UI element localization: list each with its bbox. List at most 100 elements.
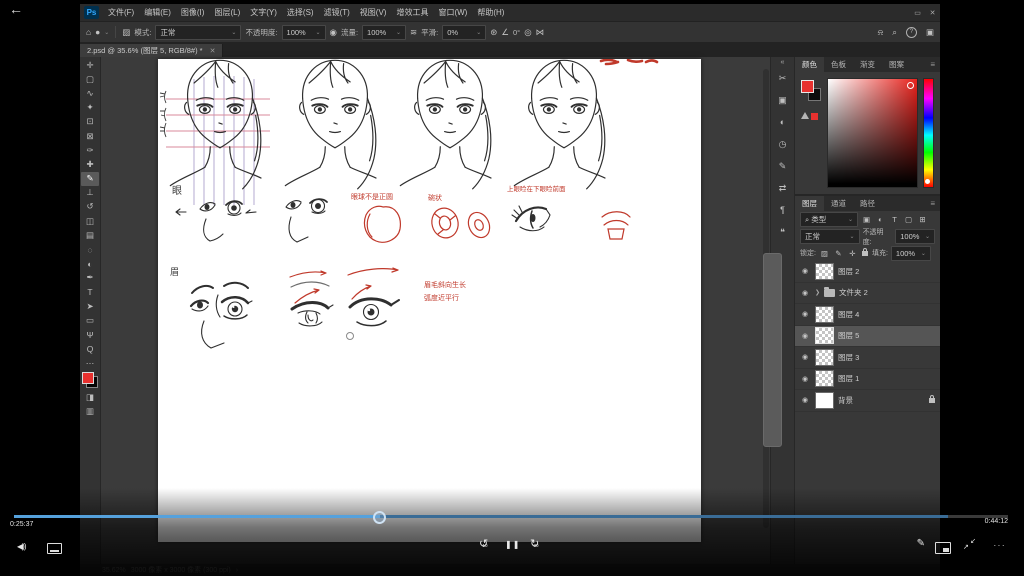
- magic-wand-tool[interactable]: ✦: [81, 101, 99, 115]
- filter-shape-icon[interactable]: ▢: [903, 215, 914, 224]
- zoom-level[interactable]: 35.62%: [102, 567, 126, 574]
- color-swatches[interactable]: [82, 372, 98, 388]
- layer-row[interactable]: ◉ 图层 2: [795, 261, 940, 283]
- menu-edit[interactable]: 编辑(E): [139, 7, 176, 18]
- visibility-eye-icon[interactable]: ◉: [799, 353, 811, 361]
- exit-fullscreen-button[interactable]: ↙ ↗: [963, 537, 976, 551]
- healing-brush-tool[interactable]: ✚: [81, 157, 99, 171]
- document-canvas[interactable]: 眼 眉: [158, 59, 701, 542]
- saturation-brightness-field[interactable]: [827, 78, 918, 188]
- swap-arrows-icon[interactable]: ⇄: [772, 177, 793, 199]
- help-icon[interactable]: ?: [906, 27, 917, 38]
- lock-transparent-icon[interactable]: ▨: [819, 249, 830, 258]
- adjustments-icon[interactable]: ◐: [772, 111, 793, 133]
- workspace-icon[interactable]: ▣: [926, 27, 934, 38]
- path-select-tool[interactable]: ➤: [81, 299, 99, 313]
- layer-fill-select[interactable]: 100% ⌄: [891, 246, 931, 261]
- visibility-eye-icon[interactable]: ◉: [799, 375, 811, 383]
- comment-icon[interactable]: ❝: [772, 221, 793, 243]
- lock-all-icon[interactable]: [862, 251, 868, 256]
- bell-icon[interactable]: ⍾: [878, 27, 884, 38]
- frame-tool[interactable]: ⊠: [81, 129, 99, 143]
- brush-settings-icon[interactable]: ✎: [772, 155, 793, 177]
- panel-menu-icon[interactable]: ≡: [925, 57, 940, 72]
- filter-pixel-icon[interactable]: ▣: [861, 215, 872, 224]
- visibility-eye-icon[interactable]: ◉: [799, 310, 811, 318]
- type-tool[interactable]: T: [81, 285, 99, 299]
- filter-adjustment-icon[interactable]: ◐: [875, 215, 886, 224]
- layer-thumbnail[interactable]: [815, 306, 834, 323]
- visibility-eye-icon[interactable]: ◉: [799, 396, 811, 404]
- tab-gradients[interactable]: 渐变: [853, 57, 882, 72]
- screen-mode-icon[interactable]: ▥: [81, 404, 99, 418]
- more-options-button[interactable]: ···: [994, 541, 1007, 550]
- search-icon[interactable]: ⌕: [892, 27, 897, 38]
- layer-thumbnail[interactable]: [815, 392, 834, 409]
- shape-tool[interactable]: ▭: [81, 313, 99, 327]
- filter-type-icon[interactable]: T: [889, 215, 900, 224]
- group-expand-icon[interactable]: ❯: [815, 289, 820, 296]
- background-layer-row[interactable]: ◉ 背景: [795, 390, 940, 412]
- canvas-artwork[interactable]: 眼 眉: [158, 59, 701, 542]
- flow-select[interactable]: 100%⌄: [362, 25, 406, 40]
- visibility-eye-icon[interactable]: ◉: [799, 289, 811, 297]
- canvas-area[interactable]: 眼 眉: [101, 57, 770, 564]
- tab-paths[interactable]: 路径: [853, 196, 882, 211]
- smoothing-gear-icon[interactable]: ⊛: [490, 27, 497, 38]
- gradient-tool[interactable]: ▤: [81, 228, 99, 242]
- menu-filter[interactable]: 滤镜(T): [319, 7, 355, 18]
- history-icon[interactable]: ◷: [772, 133, 793, 155]
- menu-window[interactable]: 窗口(W): [433, 7, 472, 18]
- visibility-eye-icon[interactable]: ◉: [799, 332, 811, 340]
- filter-smart-object-icon[interactable]: ⊞: [917, 215, 928, 224]
- layer-opacity-select[interactable]: 100% ⌄: [895, 229, 935, 244]
- layer-thumbnail[interactable]: [815, 370, 834, 387]
- layer-row-selected[interactable]: ◉ 图层 5: [795, 326, 940, 348]
- document-tab[interactable]: 2.psd @ 35.6% (图层 5, RGB/8#) * ✕: [80, 44, 223, 57]
- menu-type[interactable]: 文字(Y): [245, 7, 282, 18]
- close-window-button[interactable]: ✕: [925, 9, 940, 17]
- lock-pixels-icon[interactable]: ✎: [833, 249, 844, 258]
- layer-row[interactable]: ◉ 图层 1: [795, 369, 940, 391]
- pen-tool[interactable]: ✒: [81, 271, 99, 285]
- brush-preset-picker[interactable]: ●: [95, 27, 100, 37]
- maximize-button[interactable]: ▭: [910, 9, 925, 17]
- picture-in-picture-button[interactable]: [935, 542, 951, 554]
- layer-blend-mode-select[interactable]: 正常 ⌄: [800, 229, 860, 244]
- hand-tool[interactable]: Ψ: [81, 328, 99, 342]
- layer-group-row[interactable]: ◉ ❯ 文件夹 2: [795, 283, 940, 305]
- layer-thumbnail[interactable]: [815, 263, 834, 280]
- eraser-tool[interactable]: ◫: [81, 214, 99, 228]
- blend-mode-select[interactable]: 正常⌄: [155, 25, 241, 40]
- pressure-opacity-icon[interactable]: ◉: [330, 27, 337, 38]
- layer-thumbnail[interactable]: [815, 327, 834, 344]
- edit-toolbar-icon[interactable]: ⋯: [81, 356, 99, 370]
- smoothing-select[interactable]: 0%⌄: [442, 25, 486, 40]
- color-cursor[interactable]: [907, 82, 914, 89]
- progress-scrubber[interactable]: [373, 511, 386, 524]
- collapse-panels-icon[interactable]: «: [781, 58, 785, 67]
- back-button[interactable]: ←: [9, 1, 23, 17]
- brush-angle-value[interactable]: 0°: [513, 28, 520, 37]
- lasso-tool[interactable]: ∿: [81, 86, 99, 100]
- home-icon[interactable]: ⌂: [86, 27, 91, 37]
- tab-patterns[interactable]: 图案: [882, 57, 911, 72]
- lock-position-icon[interactable]: ✛: [847, 249, 858, 258]
- menu-file[interactable]: 文件(F): [103, 7, 139, 18]
- quick-mask-icon[interactable]: ◨: [81, 390, 99, 404]
- opacity-select[interactable]: 100%⌄: [282, 25, 326, 40]
- tab-color[interactable]: 颜色: [795, 57, 824, 72]
- menu-help[interactable]: 帮助(H): [472, 7, 509, 18]
- airbrush-icon[interactable]: ≋: [410, 27, 417, 38]
- layer-filter-select[interactable]: ⌕ 类型 ⌄: [800, 212, 858, 227]
- edit-pencil-button[interactable]: ✎: [917, 538, 925, 549]
- tab-channels[interactable]: 通道: [824, 196, 853, 211]
- menu-select[interactable]: 选择(S): [282, 7, 319, 18]
- menu-view[interactable]: 视图(V): [355, 7, 392, 18]
- volume-icon[interactable]: ◀)): [17, 542, 25, 551]
- brush-tool[interactable]: ✎: [81, 172, 99, 186]
- menu-image[interactable]: 图像(I): [176, 7, 210, 18]
- layer-row[interactable]: ◉ 图层 3: [795, 347, 940, 369]
- scrollbar-thumb[interactable]: [763, 253, 782, 448]
- hue-slider[interactable]: [923, 78, 934, 188]
